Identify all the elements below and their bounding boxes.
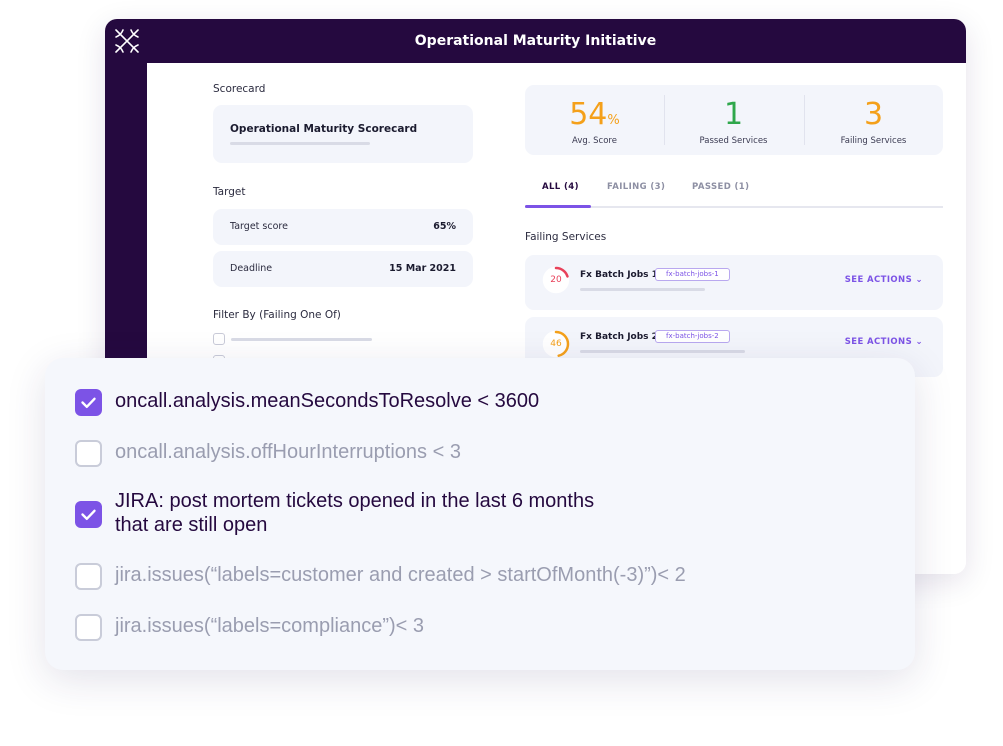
service-tag: fx-batch-jobs-2 <box>655 330 730 343</box>
scorecard-name: Operational Maturity Scorecard <box>230 123 418 135</box>
stat-caption: Passed Services <box>699 136 768 146</box>
service-score: 46 <box>550 339 562 349</box>
stat-caption: Avg. Score <box>572 136 617 146</box>
deadline-label: Deadline <box>230 263 273 274</box>
stat-caption: Failing Services <box>840 136 907 146</box>
failing-services-heading: Failing Services <box>525 231 607 243</box>
service-bar-placeholder <box>580 288 705 291</box>
active-tab-indicator <box>525 205 591 208</box>
rule-checklist-card: oncall.analysis.meanSecondsToResolve < 3… <box>45 358 915 670</box>
filter-label: Filter By (Failing One Of) <box>213 309 341 321</box>
rule-label: oncall.analysis.meanSecondsToResolve < 3… <box>115 390 540 412</box>
service-row[interactable]: 20 Fx Batch Jobs 1 fx-batch-jobs-1 SEE A… <box>525 255 943 310</box>
stats-panel: 54% Avg. Score 1 Passed Services 3 Faili… <box>525 85 943 155</box>
rule-label: jira.issues(“labels=customer and created… <box>115 564 686 586</box>
checkbox-checked[interactable] <box>75 389 102 416</box>
target-score-value: 65% <box>433 221 456 232</box>
stat-value: 54% <box>569 97 620 132</box>
stat-value: 3 <box>863 97 884 132</box>
stat-failing-services: 3 Failing Services <box>804 85 943 155</box>
stat-passed-services: 1 Passed Services <box>664 85 803 155</box>
checkbox-checked[interactable] <box>75 501 102 528</box>
scorecard-label: Scorecard <box>213 83 266 95</box>
rule-label-line-2: that are still open <box>115 514 268 536</box>
scorecard-underline <box>230 142 370 145</box>
rule-label: oncall.analysis.offHourInterruptions < 3 <box>115 441 461 463</box>
scorecard-select[interactable]: Operational Maturity Scorecard <box>213 105 473 163</box>
stat-avg-score: 54% Avg. Score <box>525 85 664 155</box>
checkbox-unchecked[interactable] <box>75 614 102 641</box>
filter-option-placeholder <box>231 338 372 341</box>
chevron-down-icon: ⌄ <box>915 275 923 285</box>
stat-value: 1 <box>723 97 744 132</box>
target-label: Target <box>213 186 246 198</box>
deadline-row: Deadline 15 Mar 2021 <box>213 251 473 287</box>
deadline-value: 15 Mar 2021 <box>389 263 456 274</box>
tab-all[interactable]: ALL (4) <box>542 182 579 192</box>
app-header: Operational Maturity Initiative <box>105 19 966 63</box>
service-tag: fx-batch-jobs-1 <box>655 268 730 281</box>
service-score: 20 <box>550 275 562 285</box>
checkmark-icon <box>81 397 96 408</box>
service-name: Fx Batch Jobs 1 <box>580 270 658 280</box>
checkbox-unchecked[interactable] <box>75 563 102 590</box>
rule-label-line-1: JIRA: post mortem tickets opened in the … <box>115 490 595 512</box>
app-title: Operational Maturity Initiative <box>414 33 657 49</box>
target-score-row: Target score 65% <box>213 209 473 245</box>
see-actions-button[interactable]: SEE ACTIONS ⌄ <box>845 275 923 285</box>
filter-checkbox[interactable] <box>213 333 225 345</box>
see-actions-button[interactable]: SEE ACTIONS ⌄ <box>845 337 923 347</box>
target-score-label: Target score <box>230 221 288 232</box>
tab-failing[interactable]: FAILING (3) <box>607 182 665 192</box>
checkmark-icon <box>81 509 96 520</box>
chevron-down-icon: ⌄ <box>915 337 923 347</box>
service-name: Fx Batch Jobs 2 <box>580 332 658 342</box>
tab-passed[interactable]: PASSED (1) <box>692 182 749 192</box>
checkbox-unchecked[interactable] <box>75 440 102 467</box>
service-bar-placeholder <box>580 350 745 353</box>
rule-label: jira.issues(“labels=compliance”)< 3 <box>115 615 425 637</box>
